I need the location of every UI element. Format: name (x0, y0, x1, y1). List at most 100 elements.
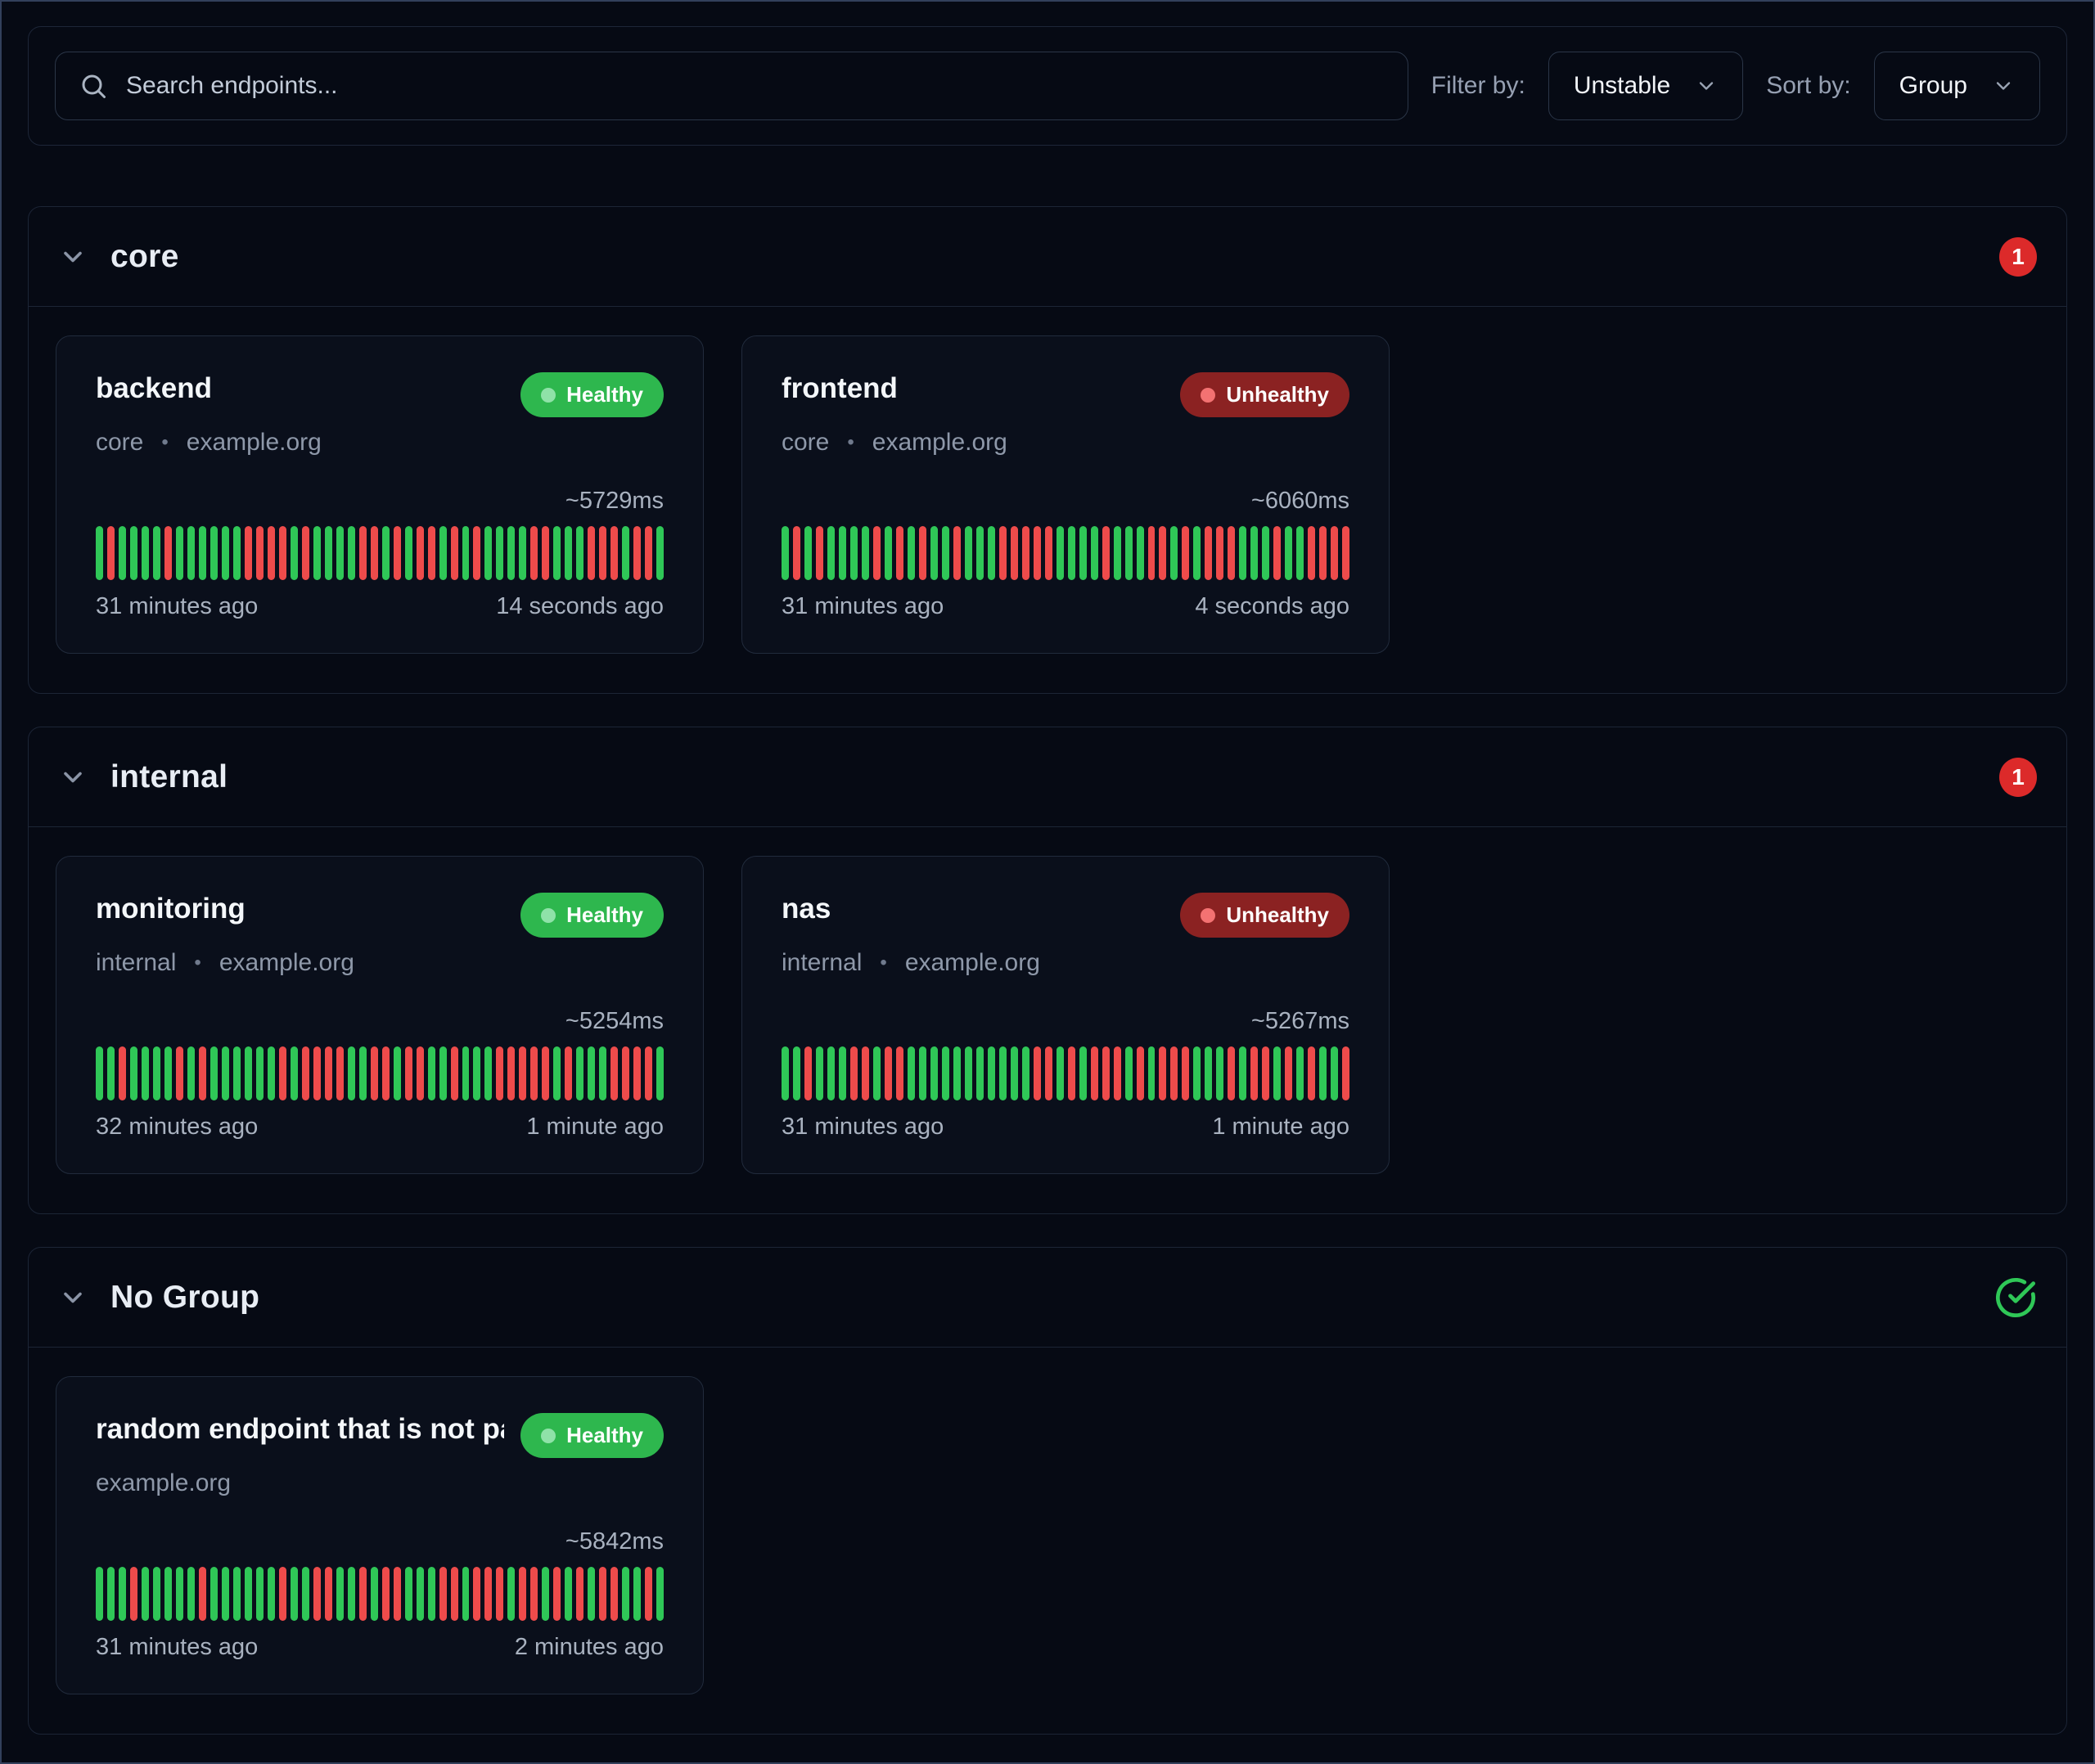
history-bar-success (656, 1046, 664, 1100)
history-bar-success (462, 1567, 470, 1621)
endpoint-card-backend[interactable]: backend Healthy core • example.org ~5729… (56, 335, 704, 654)
history-bar-success (473, 1046, 480, 1100)
history-bar-success (233, 1567, 241, 1621)
history-bar-success (656, 1567, 664, 1621)
group-cards: monitoring Healthy internal • example.or… (29, 827, 2066, 1213)
history-bar-success (256, 1046, 264, 1100)
history-bar-success (187, 1567, 195, 1621)
group-header-internal[interactable]: internal 1 (29, 727, 2066, 827)
endpoint-host: example.org (219, 949, 354, 977)
history-bar-failure (1308, 526, 1315, 580)
history-bar-success (576, 526, 583, 580)
endpoint-name: backend (96, 372, 212, 405)
status-badge: Healthy (520, 1413, 664, 1458)
history-bar-failure (999, 526, 1007, 580)
endpoint-subtitle: internal • example.org (782, 949, 1349, 977)
history-bar-success (1125, 1046, 1133, 1100)
unhealthy-count-badge: 1 (1999, 237, 2037, 277)
endpoint-group: internal (782, 949, 862, 977)
endpoint-card-random[interactable]: random endpoint that is not part... Heal… (56, 1376, 704, 1694)
history-bar-failure (313, 1046, 321, 1100)
status-badge: Healthy (520, 372, 664, 417)
history-bar-success (405, 1567, 412, 1621)
response-time: ~5842ms (96, 1528, 664, 1555)
history-bar-success (1125, 526, 1133, 580)
history-bar-failure (256, 526, 264, 580)
endpoint-card-frontend[interactable]: frontend Unhealthy core • example.org ~6… (741, 335, 1390, 654)
history-bar-success (428, 1046, 435, 1100)
group-section-internal: internal 1 monitoring Healthy internal •… (28, 727, 2067, 1214)
history-bar-success (245, 1567, 252, 1621)
history-bar-failure (610, 526, 618, 580)
history-start-time: 31 minutes ago (96, 1634, 258, 1661)
history-bar-success (164, 1567, 172, 1621)
history-bar-failure (873, 526, 881, 580)
history-bar-success (507, 1567, 515, 1621)
history-bar-failure (1045, 526, 1052, 580)
history-bar-success (325, 526, 332, 580)
endpoint-card-monitoring[interactable]: monitoring Healthy internal • example.or… (56, 856, 704, 1174)
history-bar-failure (1228, 1046, 1235, 1100)
history-bar-success (96, 526, 103, 580)
history-bar-success (153, 1046, 160, 1100)
history-bar-success (1250, 526, 1258, 580)
history-bar-success (187, 1046, 195, 1100)
history-start-time: 31 minutes ago (782, 593, 944, 620)
history-bar-failure (371, 1046, 378, 1100)
group-header-core[interactable]: core 1 (29, 207, 2066, 307)
history-bar-success (405, 526, 412, 580)
search-input[interactable] (126, 72, 1385, 100)
history-bar-success (965, 1046, 972, 1100)
chevron-down-icon (1695, 74, 1718, 97)
history-bar-failure (1102, 1046, 1110, 1100)
history-bar-success (1068, 526, 1075, 580)
history-bar-failure (325, 1046, 332, 1100)
sort-select[interactable]: Group (1874, 52, 2040, 120)
uptime-history-chart (96, 1567, 664, 1621)
history-bar-success (1170, 526, 1178, 580)
history-bar-failure (633, 1046, 641, 1100)
status-badge: Unhealthy (1180, 372, 1349, 417)
search-box[interactable] (55, 52, 1408, 120)
history-bar-success (839, 1046, 846, 1100)
history-bar-success (1079, 1046, 1087, 1100)
history-bar-success (462, 1046, 470, 1100)
endpoint-card-nas[interactable]: nas Unhealthy internal • example.org ~52… (741, 856, 1390, 1174)
history-bar-failure (336, 1046, 344, 1100)
history-bar-success (942, 1046, 949, 1100)
unhealthy-count-badge: 1 (1999, 758, 2037, 797)
history-bar-success (210, 1046, 218, 1100)
history-bar-success (656, 526, 664, 580)
filter-select[interactable]: Unstable (1548, 52, 1743, 120)
history-bar-failure (645, 526, 652, 580)
history-bar-success (1239, 526, 1246, 580)
history-bar-success (107, 1567, 115, 1621)
history-bar-success (348, 1567, 355, 1621)
history-bar-failure (1148, 526, 1156, 580)
history-bar-success (1331, 1046, 1338, 1100)
history-bar-failure (919, 526, 926, 580)
group-cards: backend Healthy core • example.org ~5729… (29, 307, 2066, 693)
history-bar-failure (542, 526, 549, 580)
group-cards: random endpoint that is not part... Heal… (29, 1348, 2066, 1734)
history-bar-success (633, 1567, 641, 1621)
history-bar-failure (519, 1567, 526, 1621)
history-bar-success (107, 1046, 115, 1100)
history-bar-failure (451, 1046, 458, 1100)
history-bar-success (439, 1046, 447, 1100)
history-bar-failure (1034, 526, 1041, 580)
history-bar-success (222, 1567, 229, 1621)
history-bar-success (484, 526, 492, 580)
endpoint-group: core (96, 429, 143, 457)
history-bar-failure (1308, 1046, 1315, 1100)
status-dot-icon (1201, 908, 1215, 923)
history-bar-success (873, 1046, 881, 1100)
uptime-history-chart (96, 526, 664, 580)
history-end-time: 4 seconds ago (1195, 593, 1349, 620)
history-bar-failure (302, 526, 309, 580)
uptime-history-chart (96, 1046, 664, 1100)
group-header-no-group[interactable]: No Group (29, 1248, 2066, 1348)
history-bar-success (233, 1046, 241, 1100)
status-dot-icon (1201, 388, 1215, 403)
history-bar-success (313, 526, 321, 580)
